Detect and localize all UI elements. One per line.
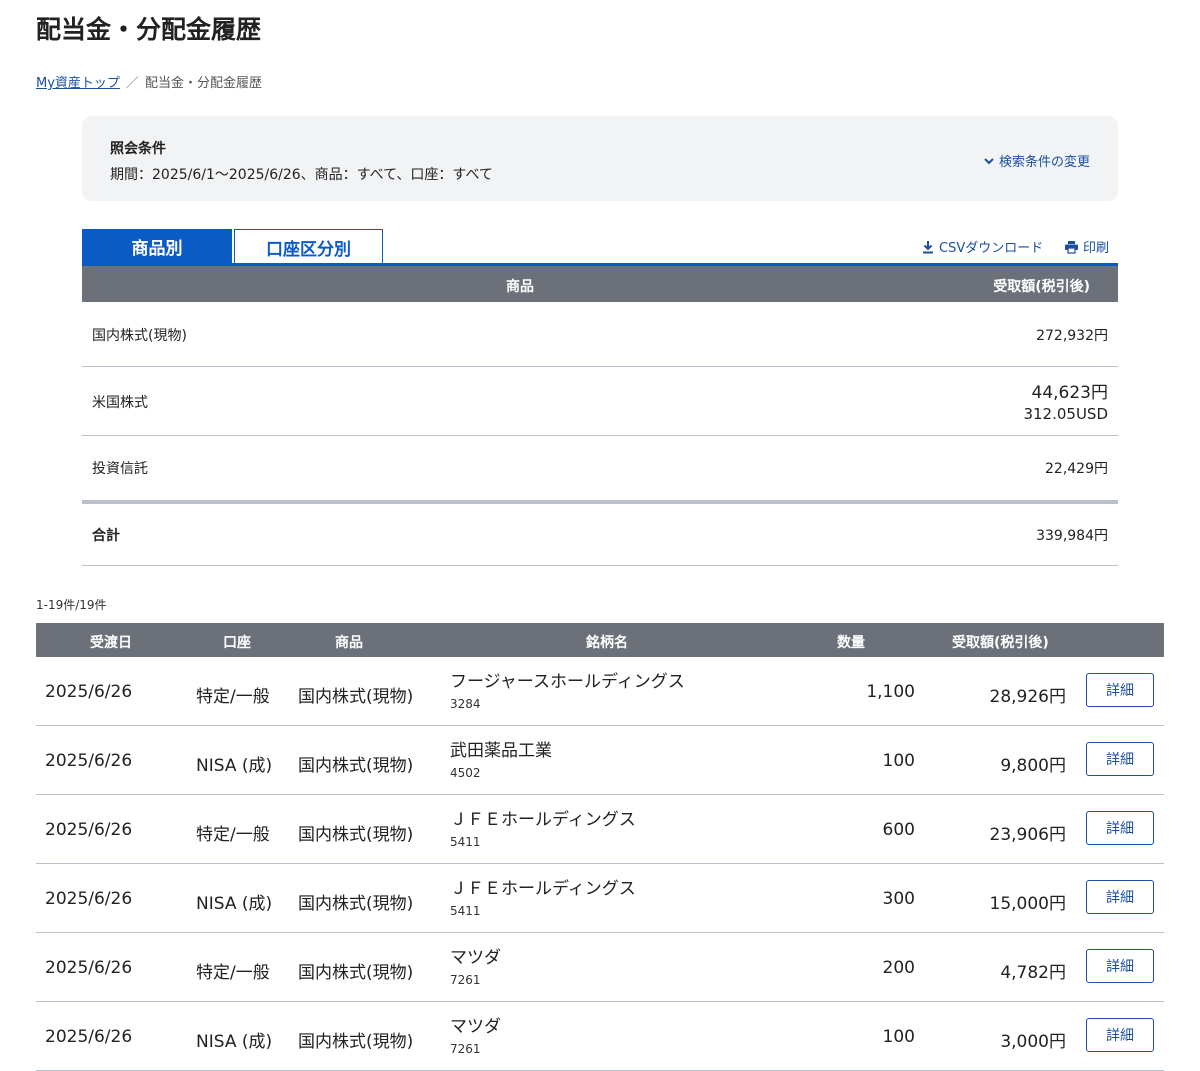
table-row: 2025/6/26 特定/一般 国内株式(現物) フージャースホールディングス …	[36, 657, 1164, 726]
download-icon	[923, 240, 933, 253]
row-stock-code: 7261	[450, 973, 481, 987]
row-date: 2025/6/26	[45, 682, 133, 702]
detail-button[interactable]: 詳細	[1086, 1018, 1154, 1052]
row-account: NISA (成)	[196, 1032, 273, 1052]
row-stock-name: マツダ	[450, 1017, 501, 1037]
header-account: 口座	[223, 635, 251, 651]
breadcrumb-current: 配当金・分配金履歴	[144, 76, 262, 91]
row-product: 国内株式(現物)	[298, 687, 414, 707]
summary-row-amount: 272,932円	[1036, 328, 1108, 344]
row-stock-code: 5411	[450, 835, 481, 849]
header-date: 受渡日	[90, 635, 132, 651]
row-product: 国内株式(現物)	[298, 825, 414, 845]
summary-row-sub-amount: 312.05USD	[1023, 405, 1108, 423]
detail-button[interactable]: 詳細	[1086, 880, 1154, 914]
row-date: 2025/6/26	[45, 958, 133, 978]
detail-table-header: 受渡日 口座 商品 銘柄名 数量 受取額(税引後)	[36, 623, 1164, 657]
printer-icon	[1065, 240, 1078, 254]
breadcrumb-home-link[interactable]: My資産トップ	[36, 76, 120, 91]
table-row: 2025/6/26 NISA (成) 国内株式(現物) ＪＦＥホールディングス …	[36, 864, 1164, 933]
change-conditions-label: 検索条件の変更	[998, 155, 1090, 170]
print-label: 印刷	[1083, 241, 1110, 256]
summary-row-investment-trust: 投資信託 22,429円	[82, 436, 1118, 501]
row-amount: 4,782円	[1000, 963, 1066, 983]
row-stock-name: マツダ	[450, 948, 501, 968]
row-date: 2025/6/26	[45, 751, 133, 771]
row-stock-name: ＪＦＥホールディングス	[450, 879, 636, 899]
summary-header-amount: 受取額(税引後)	[993, 279, 1090, 295]
row-product: 国内株式(現物)	[298, 756, 414, 776]
row-quantity: 300	[882, 889, 915, 909]
table-row: 2025/6/26 特定/一般 国内株式(現物) マツダ 7261 200 4,…	[36, 933, 1164, 1002]
conditions-detail: 期間：2025/6/1〜2025/6/26、商品：すべて、口座：すべて	[110, 167, 493, 183]
summary-header-product: 商品	[506, 279, 534, 295]
row-date: 2025/6/26	[45, 1027, 133, 1047]
header-stock-name: 銘柄名	[586, 635, 628, 651]
row-stock-name: フージャースホールディングス	[450, 672, 685, 692]
row-amount: 15,000円	[989, 894, 1066, 914]
row-date: 2025/6/26	[45, 889, 133, 909]
chevron-down-icon	[984, 157, 994, 164]
tab-by-product[interactable]: 商品別	[82, 229, 232, 264]
row-date: 2025/6/26	[45, 820, 133, 840]
dividend-detail-table: 受渡日 口座 商品 銘柄名 数量 受取額(税引後) 2025/6/26 特定/一…	[36, 623, 1164, 1071]
table-row: 2025/6/26 NISA (成) 国内株式(現物) マツダ 7261 100…	[36, 1002, 1164, 1071]
breadcrumb: My資産トップ ／ 配当金・分配金履歴	[36, 72, 262, 91]
row-stock-name: ＪＦＥホールディングス	[450, 810, 636, 830]
summary-row-total: 合計 339,984円	[82, 501, 1118, 566]
search-conditions-panel: 照会条件 期間：2025/6/1〜2025/6/26、商品：すべて、口座：すべて…	[82, 116, 1118, 201]
row-stock-code: 7261	[450, 1042, 481, 1056]
row-stock-code: 5411	[450, 904, 481, 918]
summary-row-label: 国内株式(現物)	[92, 328, 187, 344]
row-account: 特定/一般	[196, 963, 270, 983]
row-amount: 9,800円	[1000, 756, 1066, 776]
row-amount: 28,926円	[989, 687, 1066, 707]
summary-row-amount: 44,623円	[1031, 383, 1108, 403]
summary-total-amount: 339,984円	[1036, 528, 1108, 544]
table-row: 2025/6/26 特定/一般 国内株式(現物) ＪＦＥホールディングス 541…	[36, 795, 1164, 864]
tab-by-account-type[interactable]: 口座区分別	[234, 229, 383, 264]
csv-download-link[interactable]: CSVダウンロード	[921, 237, 1043, 256]
detail-button[interactable]: 詳細	[1086, 811, 1154, 845]
print-link[interactable]: 印刷	[1064, 237, 1109, 256]
row-account: 特定/一般	[196, 825, 270, 845]
summary-row-label: 米国株式	[92, 395, 148, 411]
row-quantity: 1,100	[866, 682, 915, 702]
row-stock-code: 4502	[450, 766, 481, 780]
row-product: 国内株式(現物)	[298, 894, 414, 914]
summary-total-label: 合計	[92, 528, 120, 544]
row-amount: 3,000円	[1000, 1032, 1066, 1052]
row-quantity: 100	[882, 751, 915, 771]
page-title: 配当金・分配金履歴	[36, 15, 262, 44]
summary-row-label: 投資信託	[92, 461, 148, 477]
detail-button[interactable]: 詳細	[1086, 742, 1154, 776]
detail-button[interactable]: 詳細	[1086, 673, 1154, 707]
change-conditions-link[interactable]: 検索条件の変更	[983, 151, 1090, 170]
row-stock-code: 3284	[450, 697, 481, 711]
row-product: 国内株式(現物)	[298, 1032, 414, 1052]
header-product: 商品	[335, 635, 363, 651]
conditions-heading: 照会条件	[110, 141, 166, 157]
row-account: 特定/一般	[196, 687, 270, 707]
summary-row-amount: 22,429円	[1045, 461, 1108, 477]
row-account: NISA (成)	[196, 894, 273, 914]
row-quantity: 600	[882, 820, 915, 840]
breadcrumb-separator: ／	[125, 76, 139, 91]
row-quantity: 100	[882, 1027, 915, 1047]
row-account: NISA (成)	[196, 756, 273, 776]
summary-row-us-stock: 米国株式 44,623円 312.05USD	[82, 367, 1118, 436]
table-row: 2025/6/26 NISA (成) 国内株式(現物) 武田薬品工業 4502 …	[36, 726, 1164, 795]
csv-download-label: CSVダウンロード	[939, 241, 1044, 256]
summary-row-domestic-stock: 国内株式(現物) 272,932円	[82, 302, 1118, 367]
row-amount: 23,906円	[989, 825, 1066, 845]
summary-table: 商品 受取額(税引後) 国内株式(現物) 272,932円 米国株式 44,62…	[82, 266, 1118, 566]
detail-button[interactable]: 詳細	[1086, 949, 1154, 983]
row-stock-name: 武田薬品工業	[450, 741, 552, 761]
row-quantity: 200	[882, 958, 915, 978]
header-amount: 受取額(税引後)	[952, 635, 1049, 651]
row-product: 国内株式(現物)	[298, 963, 414, 983]
header-quantity: 数量	[837, 635, 865, 651]
result-count: 1-19件/19件	[36, 598, 107, 612]
summary-header: 商品 受取額(税引後)	[82, 266, 1118, 302]
